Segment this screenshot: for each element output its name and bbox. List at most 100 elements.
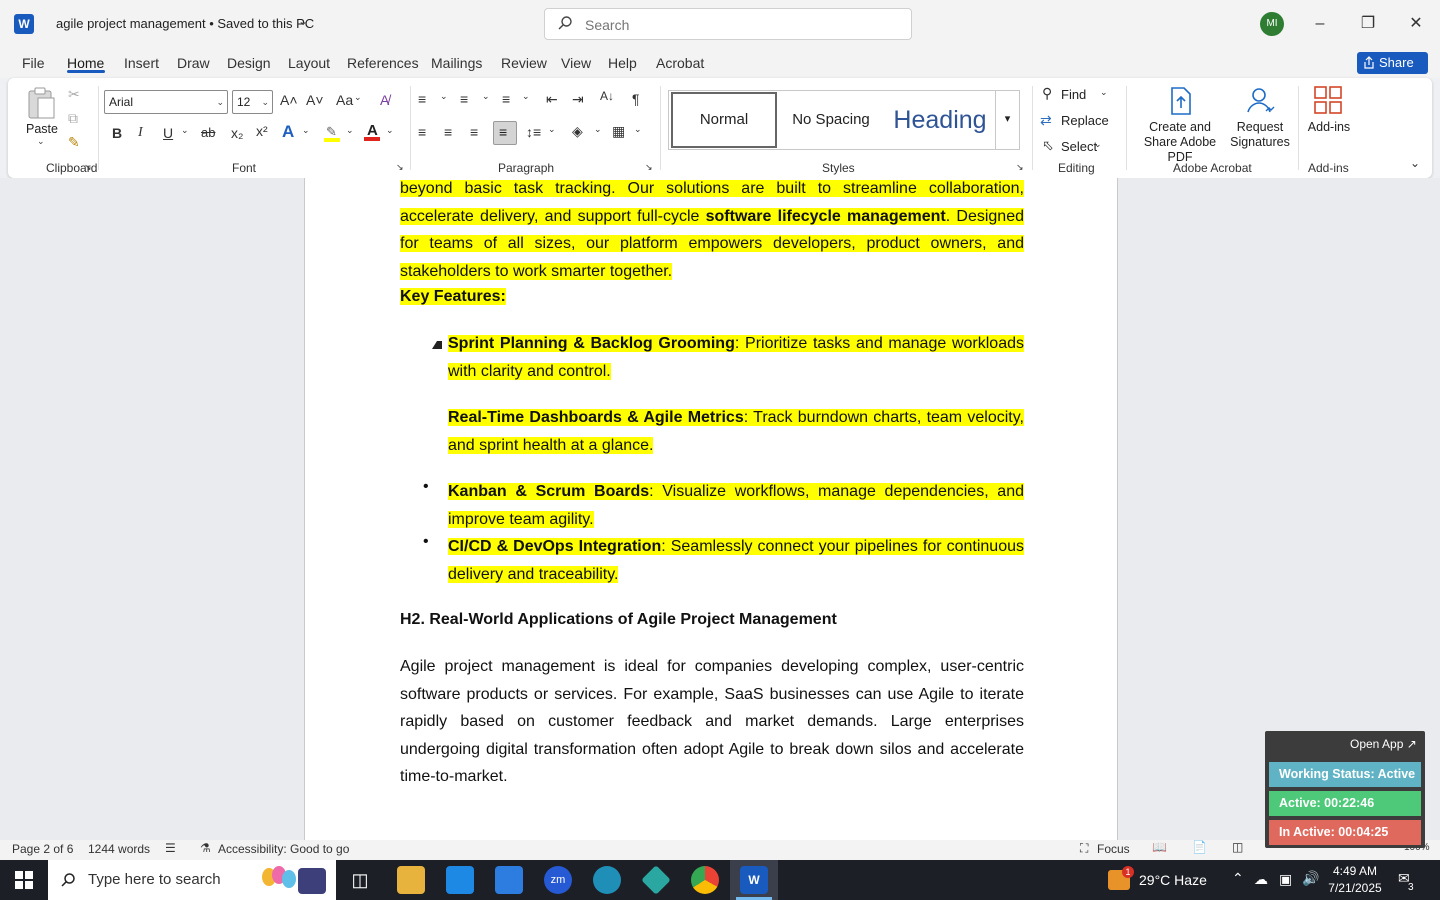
task-view-icon[interactable]: ◫ [346, 866, 374, 894]
search-box[interactable] [544, 8, 912, 40]
select-cursor-icon[interactable]: ⬁ [1042, 137, 1054, 154]
create-pdf-icon[interactable] [1168, 86, 1194, 116]
chevron-down-icon[interactable]: ⌄ [37, 136, 45, 147]
tab-review[interactable]: Review [501, 55, 547, 71]
focus-button[interactable]: Focus [1097, 842, 1130, 856]
bold-button[interactable]: B [112, 125, 122, 141]
search-highlight-icon[interactable] [262, 864, 328, 896]
request-signatures-button[interactable]: Request Signatures [1230, 120, 1290, 150]
print-layout-icon[interactable]: 📄 [1192, 840, 1207, 854]
dialog-launcher-icon[interactable]: ↘ [396, 162, 404, 173]
justify-button[interactable]: ≡ [493, 121, 517, 145]
chevron-down-icon[interactable]: ⌄ [522, 91, 530, 102]
replace-button[interactable]: Replace [1061, 113, 1109, 128]
tab-home[interactable]: Home [67, 55, 104, 71]
tab-file[interactable]: File [22, 55, 45, 71]
network-icon[interactable]: ▣ [1279, 871, 1292, 888]
tab-view[interactable]: View [561, 55, 591, 71]
list-item[interactable]: Sprint Planning & Backlog Grooming: Prio… [448, 330, 1024, 385]
chevron-down-icon[interactable]: ⌄ [302, 125, 310, 136]
onedrive-icon[interactable]: ☁ [1254, 871, 1268, 888]
shrink-font-icon[interactable]: A˅ [306, 92, 324, 108]
text-effects-icon[interactable]: A [282, 122, 294, 142]
list-item[interactable]: Real-Time Dashboards & Agile Metrics: Tr… [448, 404, 1024, 459]
open-app-button[interactable]: Open App ↗ [1350, 737, 1417, 751]
page-count[interactable]: Page 2 of 6 [12, 842, 73, 856]
chevron-down-icon[interactable]: ⌄ [548, 124, 556, 135]
highlight-color-icon[interactable]: ✎ [324, 124, 342, 142]
cut-icon[interactable]: ✂ [68, 86, 80, 103]
mail-icon[interactable] [495, 866, 523, 894]
numbering-icon[interactable]: ≡ [460, 91, 468, 107]
paste-icon[interactable] [26, 86, 56, 120]
font-name-select[interactable]: Arial ⌄ [104, 90, 228, 114]
copy-icon[interactable]: ⧉ [68, 110, 78, 127]
change-case-icon[interactable]: Aa [336, 92, 353, 108]
list-item[interactable]: Kanban & Scrum Boards: Visualize workflo… [448, 478, 1024, 533]
tab-draw[interactable]: Draw [177, 55, 210, 71]
collapse-triangle-icon[interactable] [432, 341, 442, 349]
grow-font-icon[interactable]: A˄ [280, 92, 298, 108]
avatar[interactable]: MI [1260, 12, 1284, 36]
tab-acrobat[interactable]: Acrobat [656, 55, 704, 71]
dialog-launcher-icon[interactable]: ↘ [1016, 162, 1024, 173]
chevron-down-icon[interactable]: ⌄ [634, 124, 642, 135]
word-taskbar-button[interactable]: W [730, 860, 778, 900]
close-button[interactable]: ✕ [1400, 8, 1432, 40]
chevron-down-icon[interactable]: ⌄ [482, 91, 490, 102]
dialog-launcher-icon[interactable]: ↘ [84, 162, 92, 173]
minimize-button[interactable]: – [1304, 8, 1336, 40]
chevron-down-icon[interactable]: ⌄ [298, 14, 308, 28]
taskbar-search[interactable]: Type here to search [48, 860, 336, 900]
increase-indent-icon[interactable]: ⇥ [572, 91, 584, 108]
chrome-icon[interactable] [691, 866, 719, 894]
chevron-down-icon[interactable]: ⌄ [346, 125, 354, 136]
read-mode-icon[interactable]: 📖 [1152, 840, 1167, 854]
weather-text[interactable]: 29°C Haze [1139, 872, 1207, 888]
edge-browser-icon[interactable] [593, 866, 621, 894]
chevron-down-icon[interactable]: ⌄ [440, 91, 448, 102]
chevron-down-icon[interactable]: ⌄ [594, 124, 602, 135]
format-painter-icon[interactable]: ✎ [68, 134, 80, 151]
share-button[interactable]: Share [1357, 52, 1428, 74]
align-right-icon[interactable]: ≡ [470, 124, 478, 140]
subscript-button[interactable]: x₂ [231, 125, 243, 141]
italic-button[interactable]: I [138, 125, 143, 141]
list-item[interactable]: CI/CD & DevOps Integration: Seamlessly c… [448, 533, 1024, 588]
find-button[interactable]: Find [1061, 87, 1086, 102]
accessibility-status[interactable]: Accessibility: Good to go [218, 842, 349, 856]
borders-icon[interactable]: ▦ [612, 123, 625, 140]
tab-design[interactable]: Design [227, 55, 271, 71]
font-size-select[interactable]: 12 ⌄ [232, 90, 273, 114]
create-share-pdf-button[interactable]: Create and Share Adobe PDF [1134, 120, 1226, 165]
tab-help[interactable]: Help [608, 55, 637, 71]
tab-mailings[interactable]: Mailings [431, 55, 482, 71]
body-paragraph[interactable]: Agile project management is ideal for co… [400, 653, 1024, 791]
key-features-heading[interactable]: Key Features: [400, 283, 1024, 311]
windows-start-icon[interactable] [0, 860, 48, 900]
microsoft-store-icon[interactable] [446, 866, 474, 894]
search-input[interactable] [585, 15, 885, 35]
web-layout-icon[interactable]: ◫ [1232, 840, 1243, 854]
font-color-icon[interactable]: A [364, 122, 382, 142]
system-clock[interactable]: 4:49 AM 7/21/2025 [1322, 863, 1388, 897]
replace-icon[interactable]: ⇄ [1040, 112, 1052, 129]
chevron-up-icon[interactable]: ⌃ [1232, 870, 1244, 887]
tab-layout[interactable]: Layout [288, 55, 330, 71]
intro-paragraph[interactable]: beyond basic task tracking. Our solution… [400, 178, 1024, 285]
chevron-down-icon[interactable]: ⌄ [1094, 139, 1102, 150]
paste-label[interactable]: Paste [26, 122, 58, 136]
sort-icon[interactable]: A↓ [600, 89, 614, 103]
style-normal[interactable]: Normal [671, 92, 777, 148]
strikethrough-button[interactable]: ab [201, 125, 215, 140]
zoom-app-icon[interactable]: zm [544, 866, 572, 894]
style-no-spacing[interactable]: No Spacing [779, 91, 883, 149]
show-formatting-icon[interactable]: ¶ [632, 91, 640, 107]
add-ins-icon[interactable] [1314, 86, 1342, 114]
file-explorer-icon[interactable] [397, 866, 425, 894]
add-ins-button[interactable]: Add-ins [1304, 120, 1354, 135]
request-signatures-icon[interactable] [1244, 86, 1278, 116]
document-page[interactable]: beyond basic task tracking. Our solution… [304, 178, 1118, 840]
select-button[interactable]: Select [1061, 139, 1097, 154]
superscript-button[interactable]: x² [256, 123, 268, 139]
